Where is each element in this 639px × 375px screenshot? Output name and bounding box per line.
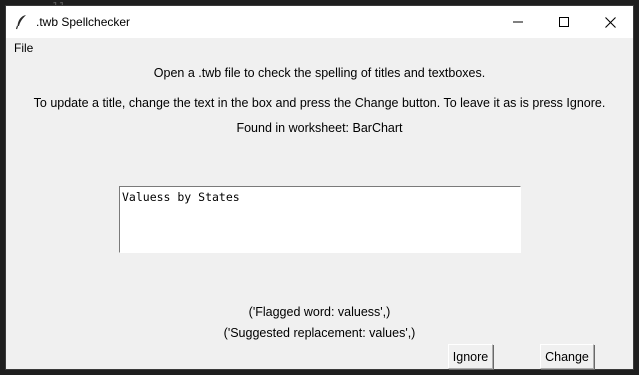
maximize-button[interactable] (541, 6, 587, 38)
worksheet-label: Found in worksheet: BarChart (236, 121, 403, 135)
suggested-replacement-text: ('Suggested replacement: values',) (223, 326, 416, 340)
update-hint-text: To update a title, change the text in th… (33, 96, 606, 110)
close-button[interactable] (587, 6, 633, 38)
title-bar[interactable]: .twb Spellchecker (6, 6, 633, 38)
window-title: .twb Spellchecker (36, 15, 131, 29)
menu-file[interactable]: File (13, 41, 34, 55)
minimize-icon (513, 21, 523, 23)
feather-icon (15, 14, 29, 30)
minimize-button[interactable] (495, 6, 541, 38)
open-hint-text: Open a .twb file to check the spelling o… (153, 66, 486, 80)
title-text-box[interactable]: Valuess by States (119, 186, 521, 253)
ignore-button[interactable]: Ignore (448, 344, 493, 369)
menu-bar: File (6, 38, 633, 58)
maximize-icon (559, 17, 569, 27)
close-icon (604, 16, 616, 28)
spellchecker-window: .twb Spellchecker File Open a .twb file … (6, 6, 633, 369)
change-button[interactable]: Change (540, 344, 594, 369)
flagged-word-text: ('Flagged word: valuess',) (248, 305, 391, 319)
